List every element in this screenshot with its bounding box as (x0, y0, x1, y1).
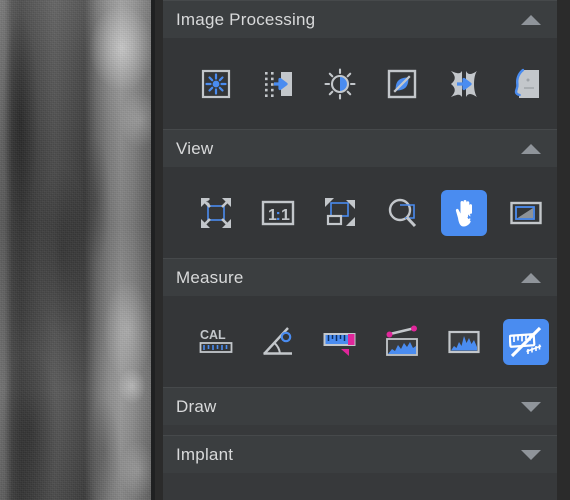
section-image-processing: Image Processing (163, 0, 557, 129)
brightness-contrast-tool[interactable] (317, 61, 363, 107)
angle-tool[interactable] (255, 319, 301, 365)
distortion-tool[interactable] (441, 61, 487, 107)
noise-reduction-icon (261, 67, 295, 101)
tool-panel: Image Processing View 1:1 Measure CAL Draw Imp… (151, 0, 570, 500)
image-viewer-window: Image Processing View 1:1 Measure CAL Draw Imp… (0, 0, 570, 500)
xray-image-viewport[interactable] (0, 0, 151, 500)
tool-panel-sections: Image Processing View 1:1 Measure CAL Draw Imp… (163, 0, 557, 500)
fit-to-window-tool[interactable] (193, 190, 239, 236)
magnifier-tool[interactable] (379, 190, 425, 236)
magnifier-icon (385, 196, 419, 230)
distance-tool[interactable] (317, 319, 363, 365)
chevron-up-icon[interactable] (519, 142, 543, 156)
section-body-measure: CAL (163, 296, 557, 387)
xray-grain-layer (0, 0, 151, 500)
section-body-image-processing (163, 38, 557, 129)
svg-text:CAL: CAL (200, 328, 226, 342)
ruler-crossed-icon (509, 325, 543, 359)
section-title-implant: Implant (176, 444, 234, 464)
section-title-draw: Draw (176, 396, 217, 416)
pan-tool[interactable] (441, 189, 487, 236)
head-profile-icon (509, 67, 543, 101)
sharpen-tool[interactable] (193, 61, 239, 107)
chevron-up-icon[interactable] (519, 271, 543, 285)
section-body-view: 1:1 (163, 167, 557, 258)
overview-tool[interactable] (503, 190, 549, 236)
section-title-view: View (176, 138, 214, 158)
zoom-region-icon (323, 196, 357, 230)
one-to-one-icon: 1:1 (261, 196, 295, 230)
chevron-up-icon[interactable] (519, 13, 543, 27)
section-header-view[interactable]: View (163, 129, 557, 167)
histogram-tool[interactable] (441, 319, 487, 365)
ruler-icon (323, 325, 357, 359)
section-measure: Measure CAL (163, 258, 557, 387)
profile-trace-tool[interactable] (503, 61, 549, 107)
invert-icon (385, 67, 419, 101)
angle-icon (261, 325, 295, 359)
section-view: View 1:1 (163, 129, 557, 258)
svg-text:1: 1 (281, 207, 290, 224)
fit-to-window-icon (199, 196, 233, 230)
section-gap (163, 425, 557, 435)
panel-left-border (151, 0, 155, 500)
panel-right-gutter (557, 0, 570, 500)
section-title-image-processing: Image Processing (176, 9, 316, 29)
section-implant: Implant (163, 435, 557, 473)
distortion-icon (447, 67, 481, 101)
section-header-image-processing[interactable]: Image Processing (163, 0, 557, 38)
line-profile-icon (385, 325, 419, 359)
sharpen-icon (199, 67, 233, 101)
zoom-region-tool[interactable] (317, 190, 363, 236)
calibrate-tool[interactable]: CAL (193, 319, 239, 365)
section-header-draw[interactable]: Draw (163, 387, 557, 425)
section-header-measure[interactable]: Measure (163, 258, 557, 296)
line-profile-tool[interactable] (379, 319, 425, 365)
invert-tool[interactable] (379, 61, 425, 107)
section-header-implant[interactable]: Implant (163, 435, 557, 473)
chevron-down-icon[interactable] (519, 448, 543, 462)
actual-size-tool[interactable]: 1:1 (255, 190, 301, 236)
overview-icon (509, 196, 543, 230)
section-draw: Draw (163, 387, 557, 425)
noise-reduction-tool[interactable] (255, 61, 301, 107)
chevron-down-icon[interactable] (519, 400, 543, 414)
histogram-icon (447, 325, 481, 359)
clear-measurements-tool[interactable] (503, 318, 549, 365)
pan-hand-icon (447, 196, 481, 230)
brightness-contrast-icon (323, 67, 357, 101)
section-title-measure: Measure (176, 267, 244, 287)
calibration-ruler-icon: CAL (199, 325, 233, 359)
